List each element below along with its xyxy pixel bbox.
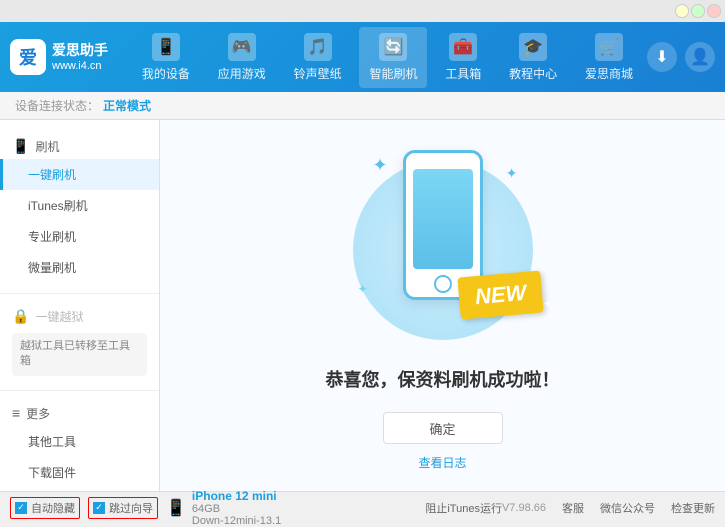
jailbreak-notice: 越狱工具已转移至工具箱 (12, 333, 147, 376)
device-firmware: Down-12mini-13.1 (192, 515, 281, 527)
download-button[interactable]: ⬇ (647, 42, 677, 72)
sparkle-bottom-left: ✦ (358, 282, 368, 296)
sidebar-item-pro-flash[interactable]: 专业刷机 (0, 221, 159, 252)
more-section-icon: ≡ (12, 405, 20, 421)
flash-section-label: 刷机 (35, 138, 59, 155)
nav-smart-flash-label: 智能刷机 (369, 65, 417, 82)
see-log-link[interactable]: 查看日志 (418, 454, 466, 471)
header-right: ⬇ 👤 (647, 42, 715, 72)
skip-guide-checkbox-item[interactable]: ✓ 跳过向导 (88, 497, 158, 519)
user-button[interactable]: 👤 (685, 42, 715, 72)
status-bar: 设备连接状态： 正常模式 (0, 92, 725, 120)
device-details: iPhone 12 mini 64GB Down-12mini-13.1 (192, 489, 281, 527)
nav-ringtones-label: 铃声壁纸 (294, 65, 342, 82)
main-area: 📱 刷机 一键刷机 iTunes刷机 专业刷机 微量刷机 🔒 一键越狱 (0, 120, 725, 491)
bottom-left: ✓ 自动隐藏 ✓ 跳过向导 📱 iPhone 12 mini 64GB Down… (10, 489, 425, 527)
lock-icon: 🔒 (12, 308, 29, 325)
device-info: 📱 iPhone 12 mini 64GB Down-12mini-13.1 (166, 489, 425, 527)
sidebar-section-jailbreak: 🔒 一键越狱 越狱工具已转移至工具箱 (0, 298, 159, 386)
flash-section-icon: 📱 (12, 138, 29, 155)
device-icon: 📱 (166, 498, 186, 518)
itunes-run-toggle[interactable]: 阻止iTunes运行 (425, 500, 502, 516)
sidebar-item-download-firmware[interactable]: 下载固件 (0, 457, 159, 488)
nav-my-device[interactable]: 📱 我的设备 (132, 27, 200, 88)
success-illustration: ✦ ✦ ✦ NEW (343, 140, 543, 346)
smart-flash-icon: 🔄 (379, 33, 407, 61)
check-update-link[interactable]: 检查更新 (671, 500, 715, 516)
nav-my-device-label: 我的设备 (142, 65, 190, 82)
skip-guide-label: 跳过向导 (109, 500, 153, 516)
logo-text: 爱思助手 www.i4.cn (52, 41, 108, 73)
wechat-public-link[interactable]: 微信公众号 (600, 500, 655, 516)
sidebar-jailbreak-header[interactable]: 🔒 一键越狱 (0, 304, 159, 329)
status-label: 设备连接状态： (15, 97, 99, 114)
sidebar: 📱 刷机 一键刷机 iTunes刷机 专业刷机 微量刷机 🔒 一键越狱 (0, 120, 160, 491)
skip-guide-checkbox[interactable]: ✓ (93, 502, 105, 514)
jailbreak-label: 一键越狱 (35, 308, 83, 325)
nav-toolbox-label: 工具箱 (445, 65, 481, 82)
phone-screen (413, 169, 473, 269)
nav-apps-games-label: 应用游戏 (218, 65, 266, 82)
sidebar-section-flash: 📱 刷机 一键刷机 iTunes刷机 专业刷机 微量刷机 (0, 128, 159, 289)
sidebar-item-itunes-flash[interactable]: iTunes刷机 (0, 190, 159, 221)
sidebar-divider-2 (0, 390, 159, 391)
nav-shop-label: 爱思商城 (585, 65, 633, 82)
apps-games-icon: 🎮 (228, 33, 256, 61)
sparkle-top-right: ✦ (506, 165, 518, 182)
nav-toolbox[interactable]: 🧰 工具箱 (435, 27, 491, 88)
title-bar (0, 0, 725, 22)
status-value: 正常模式 (103, 97, 151, 114)
content-area: ✦ ✦ ✦ NEW 恭喜您，保资料刷机成功啦！ 确定 查看日志 (160, 120, 725, 491)
device-name: iPhone 12 mini (192, 489, 281, 503)
sidebar-section-more: ≡ 更多 其他工具 下载固件 高级功能 (0, 395, 159, 491)
header: 爱 爱思助手 www.i4.cn 📱 我的设备 🎮 应用游戏 🎵 铃声壁纸 🔄 … (0, 22, 725, 92)
more-section-label: 更多 (26, 405, 50, 422)
sidebar-item-micro-flash[interactable]: 微量刷机 (0, 252, 159, 283)
sidebar-divider-1 (0, 293, 159, 294)
confirm-button[interactable]: 确定 (383, 412, 503, 444)
nav-shop[interactable]: 🛒 爱思商城 (575, 27, 643, 88)
sidebar-section-more-header[interactable]: ≡ 更多 (0, 401, 159, 426)
ringtones-icon: 🎵 (304, 33, 332, 61)
auto-hide-checkbox[interactable]: ✓ (15, 502, 27, 514)
sidebar-item-one-key-flash[interactable]: 一键刷机 (0, 159, 159, 190)
device-capacity: 64GB (192, 503, 281, 515)
toolbox-icon: 🧰 (449, 33, 477, 61)
customer-service-link[interactable]: 客服 (562, 500, 584, 516)
nav-smart-flash[interactable]: 🔄 智能刷机 (359, 27, 427, 88)
tutorials-icon: 🎓 (519, 33, 547, 61)
app-url: www.i4.cn (52, 59, 108, 73)
close-button[interactable] (707, 4, 721, 18)
minimize-button[interactable] (675, 4, 689, 18)
auto-hide-label: 自动隐藏 (31, 500, 75, 516)
nav-tutorials[interactable]: 🎓 教程中心 (499, 27, 567, 88)
nav-ringtones[interactable]: 🎵 铃声壁纸 (284, 27, 352, 88)
app-name: 爱思助手 (52, 41, 108, 59)
phone-home-button (434, 275, 452, 293)
my-device-icon: 📱 (152, 33, 180, 61)
nav-tutorials-label: 教程中心 (509, 65, 557, 82)
sparkle-top-left: ✦ (373, 155, 388, 176)
bottom-bar: ✓ 自动隐藏 ✓ 跳过向导 📱 iPhone 12 mini 64GB Down… (0, 491, 725, 523)
sidebar-item-other-tools[interactable]: 其他工具 (0, 426, 159, 457)
version-text: V7.98.66 (502, 502, 546, 514)
auto-hide-checkbox-item[interactable]: ✓ 自动隐藏 (10, 497, 80, 519)
bottom-right: V7.98.66 客服 微信公众号 检查更新 (502, 500, 715, 516)
logo-icon: 爱 (10, 39, 46, 75)
new-badge: NEW (458, 270, 545, 319)
maximize-button[interactable] (691, 4, 705, 18)
sidebar-section-flash-header[interactable]: 📱 刷机 (0, 134, 159, 159)
shop-icon: 🛒 (595, 33, 623, 61)
success-text: 恭喜您，保资料刷机成功啦！ (326, 366, 560, 392)
nav-apps-games[interactable]: 🎮 应用游戏 (208, 27, 276, 88)
logo[interactable]: 爱 爱思助手 www.i4.cn (10, 39, 108, 75)
nav-items: 📱 我的设备 🎮 应用游戏 🎵 铃声壁纸 🔄 智能刷机 🧰 工具箱 🎓 教程中心… (128, 27, 647, 88)
